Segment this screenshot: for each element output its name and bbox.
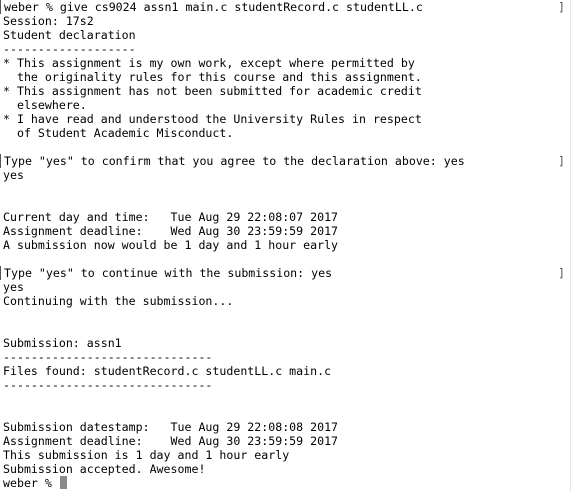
terminal-line: Submission datestamp: Tue Aug 29 22:08:0… bbox=[3, 420, 339, 434]
terminal-line: ------------------------------ bbox=[3, 350, 213, 364]
terminal-line: Assignment deadline: Wed Aug 30 23:59:59… bbox=[3, 434, 339, 448]
terminal-line: yes bbox=[3, 168, 24, 182]
terminal-window[interactable]: weber % give cs9024 assn1 main.c student… bbox=[0, 0, 571, 492]
text-cursor bbox=[59, 476, 67, 489]
terminal-line: Student declaration bbox=[3, 28, 136, 42]
line-marker-bracket: ] bbox=[558, 154, 565, 168]
terminal-line: Assignment deadline: Wed Aug 30 23:59:59… bbox=[3, 224, 339, 238]
shell-prompt-line[interactable]: weber % bbox=[3, 476, 563, 490]
terminal-output: weber % give cs9024 assn1 main.c student… bbox=[0, 0, 563, 490]
terminal-line: * This assignment has not been submitted… bbox=[3, 84, 422, 98]
terminal-line: Submission accepted. Awesome! bbox=[3, 462, 206, 476]
terminal-line: This submission is 1 day and 1 hour earl… bbox=[3, 448, 290, 462]
terminal-line: ------------------------------ bbox=[3, 378, 213, 392]
terminal-line: elsewhere. bbox=[3, 98, 87, 112]
terminal-line: A submission now would be 1 day and 1 ho… bbox=[3, 238, 339, 252]
terminal-line: Type "yes" to continue with the submissi… bbox=[0, 266, 563, 280]
terminal-line: * This assignment is my own work, except… bbox=[3, 56, 415, 70]
terminal-line: Current day and time: Tue Aug 29 22:08:0… bbox=[3, 210, 339, 224]
terminal-line: Files found: studentRecord.c studentLL.c… bbox=[3, 364, 332, 378]
line-marker-bracket: ] bbox=[558, 266, 565, 280]
terminal-line: Type "yes" to confirm that you agree to … bbox=[0, 154, 563, 168]
terminal-line: Submission: assn1 bbox=[3, 336, 122, 350]
terminal-line: Continuing with the submission... bbox=[3, 294, 234, 308]
terminal-line: Session: 17s2 bbox=[3, 14, 94, 28]
terminal-line: of Student Academic Misconduct. bbox=[3, 126, 234, 140]
terminal-line: yes bbox=[3, 280, 24, 294]
line-marker-bracket: ] bbox=[558, 0, 565, 14]
terminal-line: the originality rules for this course an… bbox=[3, 70, 422, 84]
terminal-line: weber % give cs9024 assn1 main.c student… bbox=[0, 0, 563, 14]
terminal-line: ------------------- bbox=[3, 42, 136, 56]
terminal-line: * I have read and understood the Univers… bbox=[3, 112, 422, 126]
